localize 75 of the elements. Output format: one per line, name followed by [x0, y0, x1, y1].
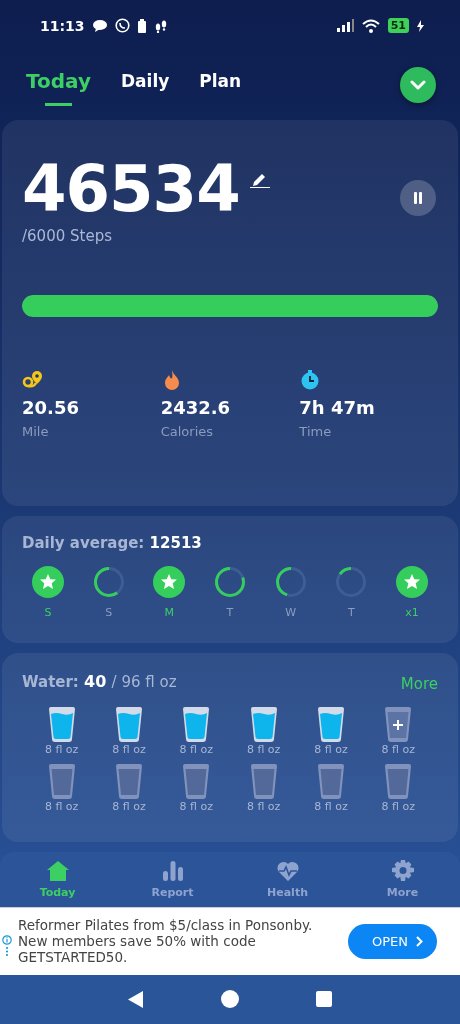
star-badge-icon — [395, 565, 428, 598]
home-icon — [46, 859, 69, 882]
glass-size: 8 fl oz — [314, 799, 348, 813]
chevron-right-icon — [416, 935, 423, 947]
stat-value: 7h 47m — [299, 396, 375, 418]
step-count: 46534 — [22, 154, 240, 225]
signal-icon — [336, 19, 354, 33]
water-glass-icon[interactable] — [249, 706, 278, 742]
dropdown-button[interactable] — [400, 66, 436, 103]
glass-size: 8 fl oz — [314, 742, 348, 756]
nav-tab[interactable]: Today — [0, 852, 115, 907]
pause-button[interactable] — [400, 180, 436, 217]
glass-size: 8 fl oz — [381, 799, 416, 813]
day-label: T — [347, 605, 355, 619]
home-button-icon[interactable] — [221, 990, 239, 1009]
progress-ring-icon — [92, 565, 125, 598]
daily-average-text: Daily average: 12513 — [22, 533, 203, 552]
water-total: Water: 40 / 96 fl oz — [22, 672, 178, 692]
battery-level: 51 — [387, 18, 409, 34]
phone-bubble-icon — [114, 18, 130, 34]
ad-text: Reformer Pilates from $5/class in Ponsonby. New members save 50% with code GETSTARTED50. — [18, 917, 314, 966]
nav-tab[interactable]: Health — [230, 852, 345, 907]
heart-pulse-icon — [276, 859, 299, 882]
nav-tab[interactable]: Report — [115, 852, 230, 907]
glass-size: 8 fl oz — [112, 742, 146, 756]
chat-icon — [92, 19, 107, 33]
tab[interactable]: Daily — [120, 65, 170, 105]
star-badge-icon — [153, 565, 186, 598]
nav-tab[interactable]: More — [345, 852, 460, 907]
water-glass-icon[interactable] — [47, 706, 76, 742]
charging-icon — [417, 19, 424, 32]
step-goal: /6000 Steps — [22, 226, 113, 245]
glass-size: 8 fl oz — [246, 742, 281, 756]
water-glass-icon[interactable] — [317, 706, 345, 742]
recents-icon[interactable] — [315, 991, 332, 1008]
pause-icon — [412, 192, 424, 205]
progress-ring-icon — [213, 565, 246, 598]
stat-label: Time — [299, 423, 332, 439]
glass-size: 8 fl oz — [381, 742, 416, 756]
day-label: W — [285, 605, 297, 619]
add-glass-icon[interactable] — [384, 706, 413, 742]
info-icon[interactable] — [2, 935, 12, 958]
tab[interactable]: Plan — [199, 65, 242, 105]
more-link[interactable]: More — [400, 674, 438, 693]
back-icon[interactable] — [128, 990, 145, 1008]
battery-icon — [137, 18, 146, 33]
chevron-down-icon — [410, 79, 426, 90]
star-badge-icon — [32, 565, 64, 598]
stat-label: Calories — [160, 423, 213, 439]
stat-value: 20.56 — [22, 396, 79, 418]
wifi-icon — [361, 18, 380, 33]
gear-icon — [391, 859, 414, 882]
glass-size: 8 fl oz — [44, 799, 79, 813]
day-label: x1 — [405, 605, 419, 619]
stat-label: Mile — [22, 423, 49, 439]
open-button[interactable]: OPEN — [348, 923, 437, 959]
pencil-icon[interactable] — [249, 172, 270, 189]
glass-size: 8 fl oz — [179, 799, 214, 813]
progress-ring-icon — [335, 565, 368, 598]
glass-size: 8 fl oz — [246, 799, 281, 813]
glass-size: 8 fl oz — [44, 742, 79, 756]
day-label: T — [226, 605, 234, 619]
water-glass-icon[interactable] — [115, 706, 143, 742]
bar-chart-icon — [161, 859, 184, 882]
glass-size: 8 fl oz — [112, 799, 146, 813]
water-glass-icon[interactable] — [182, 706, 211, 742]
tab[interactable]: Today — [26, 63, 91, 107]
clock-time: 11:13 — [40, 17, 85, 34]
day-label: M — [164, 605, 175, 619]
footprints-icon — [153, 18, 168, 33]
day-label: S — [44, 605, 52, 619]
progress-ring-icon — [274, 565, 307, 598]
glass-size: 8 fl oz — [179, 742, 214, 756]
day-label: S — [105, 605, 113, 619]
stat-value: 2432.6 — [160, 396, 231, 418]
